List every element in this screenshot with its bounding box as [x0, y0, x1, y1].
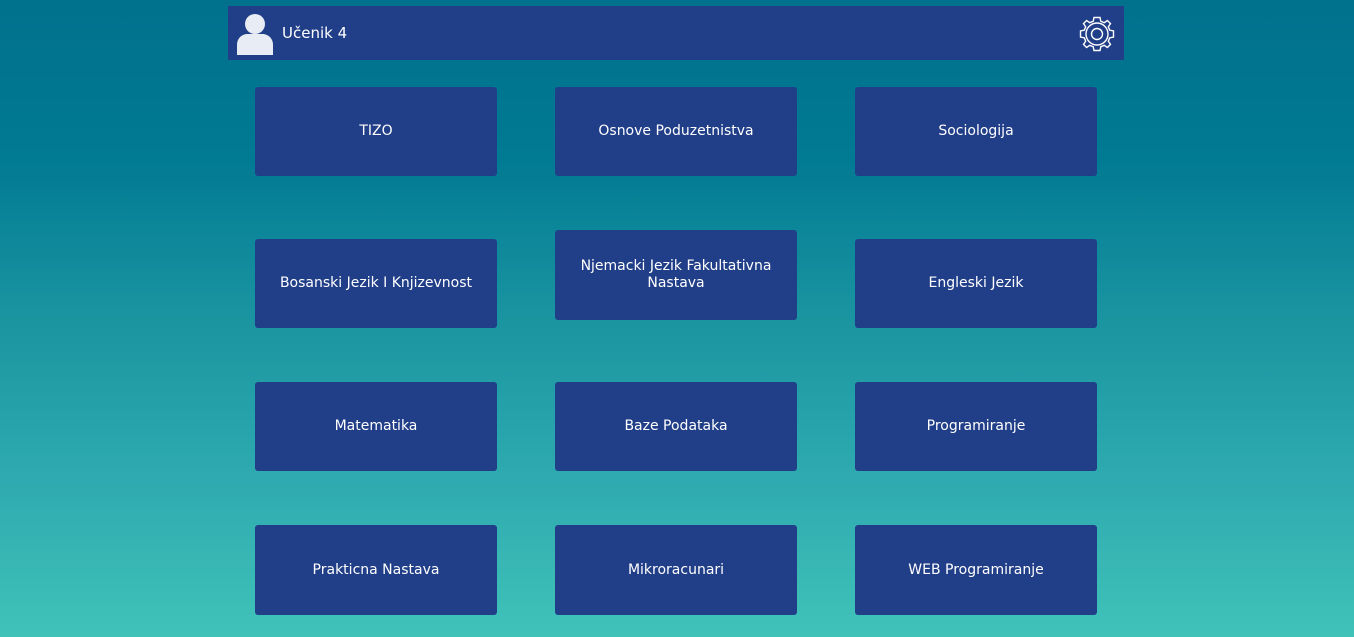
subject-label: Matematika — [334, 418, 418, 434]
username-label: Učenik 4 — [282, 24, 348, 42]
subject-tile-sociologija[interactable]: Sociologija — [855, 87, 1097, 176]
subject-label: Baze Podataka — [624, 418, 728, 434]
subject-tile-njemacki-jezik[interactable]: Njemacki Jezik Fakultativna Nastava — [555, 230, 797, 320]
subject-tile-engleski-jezik[interactable]: Engleski Jezik — [855, 239, 1097, 328]
subject-tile-mikroracunari[interactable]: Mikroracunari — [555, 525, 797, 615]
subject-label: Engleski Jezik — [928, 275, 1024, 291]
gear-icon[interactable] — [1078, 15, 1116, 53]
subject-tile-prakticna-nastava[interactable]: Prakticna Nastava — [255, 525, 497, 615]
subject-tile-matematika[interactable]: Matematika — [255, 382, 497, 471]
subject-label: TIZO — [359, 123, 393, 139]
subject-tile-baze-podataka[interactable]: Baze Podataka — [555, 382, 797, 471]
subject-label: Osnove Poduzetnistva — [598, 123, 754, 139]
subject-label: WEB Programiranje — [908, 561, 1044, 578]
subject-label: Sociologija — [938, 123, 1014, 139]
subject-tile-programiranje[interactable]: Programiranje — [855, 382, 1097, 471]
subject-label: Bosanski Jezik I Knjizevnost — [279, 275, 473, 291]
top-bar: Učenik 4 — [228, 6, 1124, 60]
subject-label: Programiranje — [926, 418, 1026, 434]
subject-tile-bosanski-jezik[interactable]: Bosanski Jezik I Knjizevnost — [255, 239, 497, 328]
subject-label: Prakticna Nastava — [312, 561, 440, 578]
subject-tile-tizo[interactable]: TIZO — [255, 87, 497, 176]
user-icon[interactable] — [236, 11, 274, 55]
subject-label: Njemacki Jezik Fakultativna Nastava — [580, 258, 772, 291]
subject-tile-osnove-poduzetnistva[interactable]: Osnove Poduzetnistva — [555, 87, 797, 176]
subject-tile-web-programiranje[interactable]: WEB Programiranje — [855, 525, 1097, 615]
subject-label: Mikroracunari — [627, 561, 725, 578]
